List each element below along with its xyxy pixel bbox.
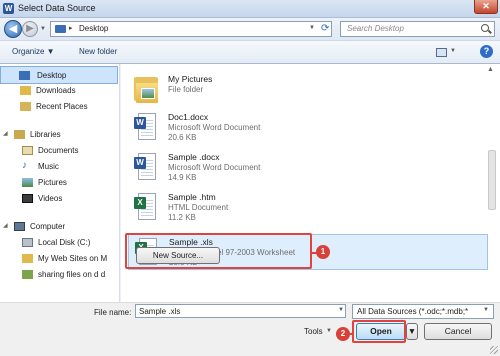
file-type: Microsoft Word Document bbox=[168, 123, 261, 132]
sidebar-item-label: Pictures bbox=[38, 178, 67, 187]
address-bar[interactable]: ▸ Desktop ▼ ⟳ bbox=[50, 21, 332, 37]
scroll-up-icon[interactable]: ▲ bbox=[487, 66, 494, 73]
sidebar-item-network-share[interactable]: sharing files on d d bbox=[0, 266, 118, 284]
word-document-icon: W bbox=[134, 152, 158, 182]
file-name: My Pictures bbox=[168, 74, 213, 84]
cancel-button[interactable]: Cancel bbox=[424, 323, 492, 340]
sidebar-item-label: Documents bbox=[38, 146, 79, 155]
navigation-pane: Desktop Downloads Recent Places ◢ Librar… bbox=[0, 64, 120, 302]
computer-icon bbox=[14, 222, 25, 231]
videos-icon bbox=[22, 194, 33, 203]
search-input[interactable]: Search Desktop bbox=[340, 21, 495, 37]
disk-icon bbox=[22, 238, 33, 247]
navigation-bar: ◀ ▶ ▼ ▸ Desktop ▼ ⟳ Search Desktop bbox=[0, 18, 500, 40]
search-placeholder[interactable]: Search Desktop bbox=[347, 24, 404, 33]
sidebar-item-label: Videos bbox=[38, 194, 63, 203]
desktop-icon bbox=[19, 71, 30, 80]
open-dropdown-icon[interactable]: ▼ bbox=[406, 323, 418, 340]
new-source-button[interactable]: New Source... bbox=[136, 247, 220, 264]
view-dropdown-icon[interactable]: ▼ bbox=[450, 48, 456, 54]
change-view-icon[interactable] bbox=[436, 48, 447, 57]
sidebar-item-label: Computer bbox=[30, 222, 66, 231]
sidebar-item-label: Local Disk (C:) bbox=[38, 238, 91, 247]
file-size: 11.2 KB bbox=[168, 213, 196, 222]
desktop-folder-icon bbox=[55, 25, 66, 33]
address-dropdown-icon[interactable]: ▼ bbox=[309, 25, 315, 31]
file-item-sample-htm[interactable]: X Sample .htm HTML Document 11.2 KB bbox=[128, 190, 488, 226]
refresh-icon[interactable]: ⟳ bbox=[321, 23, 329, 34]
music-icon: ♪ bbox=[22, 160, 27, 171]
recent-places-icon bbox=[20, 102, 31, 111]
callout-badge-2: 2 bbox=[336, 327, 350, 341]
breadcrumb-separator-icon[interactable]: ▸ bbox=[69, 24, 73, 32]
word-app-icon: W bbox=[3, 3, 14, 14]
file-type: HTML Document bbox=[168, 203, 229, 212]
word-document-icon: W bbox=[134, 112, 158, 142]
close-button[interactable]: ✕ bbox=[474, 0, 498, 14]
file-name-dropdown-icon[interactable]: ▼ bbox=[338, 307, 344, 313]
web-sites-icon bbox=[22, 254, 33, 263]
new-folder-button[interactable]: New folder bbox=[79, 47, 117, 56]
folder-icon bbox=[134, 74, 158, 104]
file-name: Sample .htm bbox=[168, 192, 216, 202]
sidebar-item-label: Recent Places bbox=[36, 102, 88, 111]
title-bar: W Select Data Source ✕ bbox=[0, 0, 500, 18]
filter-dropdown-icon[interactable]: ▼ bbox=[483, 307, 489, 313]
tools-menu-button[interactable]: Tools bbox=[304, 327, 323, 336]
file-name-label: File name: bbox=[94, 308, 132, 317]
file-name: Sample .docx bbox=[168, 152, 220, 162]
html-document-icon: X bbox=[134, 192, 158, 222]
recent-locations-dropdown[interactable]: ▼ bbox=[40, 26, 46, 32]
collapse-arrow-icon[interactable]: ◢ bbox=[3, 130, 8, 137]
libraries-icon bbox=[14, 130, 25, 139]
file-item-sample-docx[interactable]: W Sample .docx Microsoft Word Document 1… bbox=[128, 150, 488, 186]
breadcrumb-desktop[interactable]: Desktop bbox=[79, 24, 108, 33]
sidebar-item-videos[interactable]: Videos bbox=[0, 190, 118, 208]
window-title: Select Data Source bbox=[18, 3, 96, 13]
collapse-arrow-icon[interactable]: ◢ bbox=[3, 222, 8, 229]
sidebar-item-label: Music bbox=[38, 162, 59, 171]
file-type: Microsoft Word Document bbox=[168, 163, 261, 172]
resize-grip[interactable] bbox=[490, 346, 498, 354]
file-item-doc1[interactable]: W Doc1.docx Microsoft Word Document 20.6… bbox=[128, 110, 488, 146]
command-toolbar: Organize ▼ New folder ▼ ? bbox=[0, 40, 500, 64]
sidebar-item-label: sharing files on d d bbox=[38, 270, 106, 279]
documents-icon bbox=[22, 146, 33, 155]
tools-dropdown-icon[interactable]: ▼ bbox=[326, 328, 332, 334]
file-name: Doc1.docx bbox=[168, 112, 209, 122]
file-name-field[interactable]: Sample .xls bbox=[135, 304, 346, 318]
sidebar-item-recent-places[interactable]: Recent Places bbox=[0, 98, 118, 116]
file-item-my-pictures[interactable]: My Pictures File folder bbox=[128, 72, 488, 108]
search-icon[interactable] bbox=[481, 24, 489, 32]
network-folder-icon bbox=[22, 270, 33, 279]
organize-menu-button[interactable]: Organize ▼ bbox=[12, 47, 55, 56]
sidebar-item-label: Downloads bbox=[36, 86, 76, 95]
back-button[interactable]: ◀ bbox=[4, 20, 22, 38]
open-button-highlight bbox=[352, 320, 406, 343]
sidebar-item-label: Desktop bbox=[37, 71, 67, 80]
help-icon[interactable]: ? bbox=[480, 45, 493, 58]
callout-badge-1: 1 bbox=[316, 245, 330, 259]
pictures-icon bbox=[22, 178, 33, 187]
file-size: 14.9 KB bbox=[168, 173, 197, 182]
sidebar-item-label: Libraries bbox=[30, 130, 61, 139]
scrollbar-thumb[interactable] bbox=[488, 150, 496, 210]
forward-button[interactable]: ▶ bbox=[22, 21, 38, 37]
sidebar-item-label: My Web Sites on M bbox=[38, 254, 108, 263]
file-type-filter[interactable]: All Data Sources (*.odc;*.mdb;* bbox=[352, 304, 494, 319]
file-size: 20.6 KB bbox=[168, 133, 197, 142]
file-type: File folder bbox=[168, 85, 204, 94]
downloads-icon bbox=[20, 86, 31, 95]
